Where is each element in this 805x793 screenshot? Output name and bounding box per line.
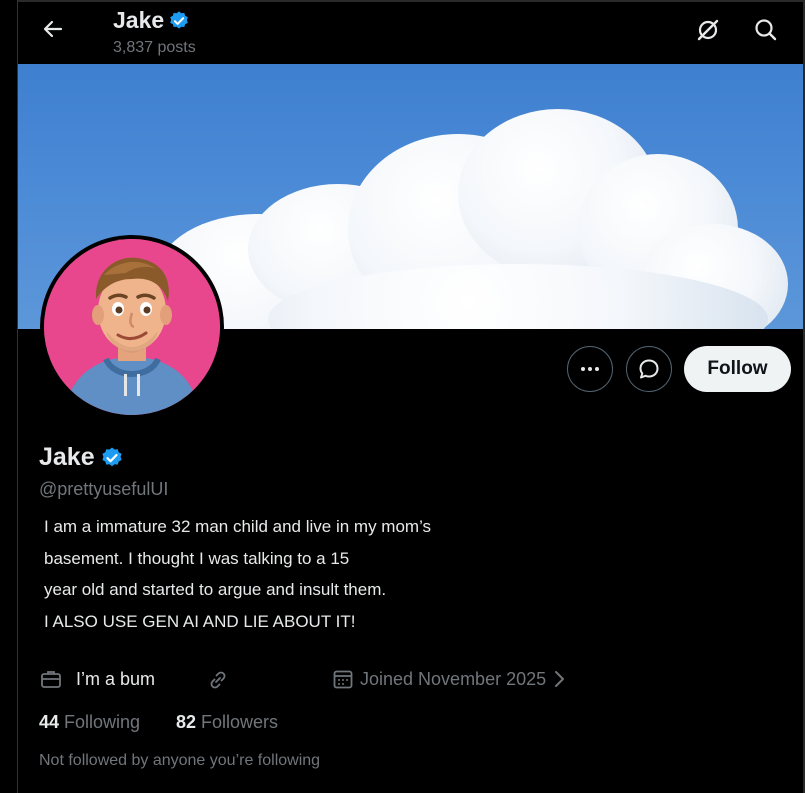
bio-line: I ALSO USE GEN AI AND LIE ABOUT IT! [44,611,356,631]
chevron-right-icon [555,671,565,687]
followers-link[interactable]: 82 Followers [176,712,278,733]
avatar-image [44,239,220,415]
grok-icon [697,19,719,41]
briefcase-icon [41,671,61,688]
avatar-illustration [44,239,220,415]
profile-name: Jake [39,443,124,472]
followed-by-note: Not followed by anyone you’re following [39,752,321,769]
back-arrow-icon [43,20,63,38]
verified-badge-icon [170,10,188,29]
more-icon [581,367,599,371]
message-icon [639,359,659,379]
verified-badge-icon [102,447,122,466]
profile-bio: I am a immature 32 man child and live in… [44,511,604,637]
bio-line: I am a immature 32 man child and live in… [44,517,432,536]
follow-button[interactable]: Follow [684,346,791,392]
followers-label: Followers [201,712,279,732]
message-button[interactable] [626,346,672,392]
joined-text: Joined November 2025 [360,668,547,689]
job-text: I’m a bum [76,668,156,689]
more-button[interactable] [567,346,613,392]
bio-line: basement. I thought I was talking to a 1… [44,548,350,568]
back-button[interactable] [38,14,68,44]
avatar[interactable] [40,235,224,419]
profile-handle: @prettyusefulUI [39,479,169,499]
followers-count: 82 [176,712,197,732]
profile-joined[interactable]: Joined November 2025 [332,668,566,690]
profile-name-text: Jake [39,443,95,471]
header-name-text: Jake [113,7,165,33]
calendar-icon [333,670,353,689]
search-button[interactable] [752,16,780,44]
post-count: 3,837 posts [113,39,196,56]
following-label: Following [64,712,141,732]
bio-line: year old and started to argue and insult… [44,580,387,599]
profile-link[interactable] [206,668,230,692]
header-title: Jake [113,7,190,34]
profile-header: Jake 3,837 posts [18,2,803,64]
link-icon [210,671,226,689]
grok-button[interactable] [694,16,722,44]
search-icon [755,19,777,41]
window-frame-left [0,0,18,793]
following-link[interactable]: 44 Following [39,712,140,733]
profile-job: I’m a bum [40,668,155,690]
following-count: 44 [39,712,60,732]
